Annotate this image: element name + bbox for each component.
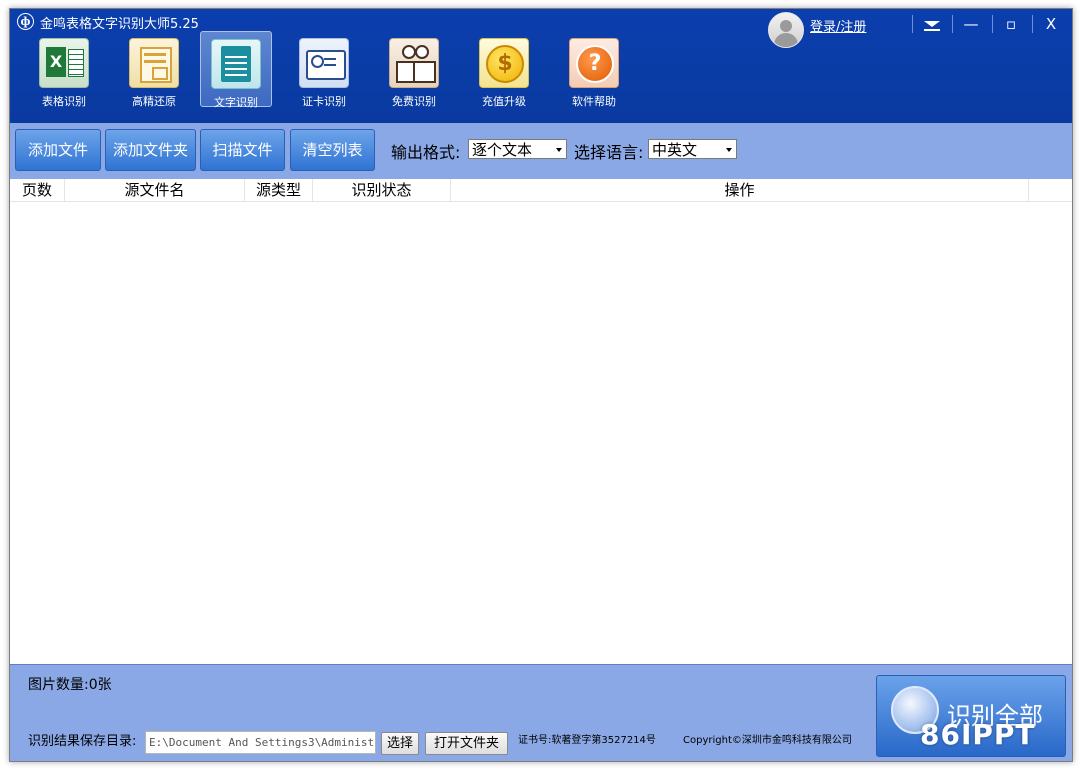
column-header-actions[interactable]: 操作 [451,179,1029,201]
output-format-value: 逐个文本 [472,141,533,159]
copyright-text: Copyright©深圳市金鸣科技有限公司 [683,735,852,746]
tool-label: 文字识别 [214,96,258,109]
choose-dir-button[interactable]: 选择 [381,732,419,755]
clear-list-button[interactable]: 清空列表 [290,129,375,171]
excel-icon: X [39,38,89,88]
tool-label: 证卡识别 [302,95,346,108]
separator [992,15,993,33]
tool-label: 充值升级 [482,95,526,108]
tool-label: 免费识别 [392,95,436,108]
separator [952,15,953,33]
add-folder-button[interactable]: 添加文件夹 [105,129,196,171]
file-table-body[interactable] [10,202,1072,664]
tool-id-card-recognition[interactable]: 证卡识别 [289,31,359,108]
user-avatar-icon[interactable] [768,12,804,48]
tool-label: 表格识别 [42,95,86,108]
separator [912,15,913,33]
owl-book-icon [389,38,439,88]
language-select[interactable]: 中英文 [648,139,737,159]
column-header-status[interactable]: 识别状态 [313,179,451,201]
chevron-down-icon [726,148,732,152]
dropdown-menu-icon[interactable] [914,11,948,37]
watermark-logo: 86IPPT [920,718,1036,751]
scan-file-button[interactable]: 扫描文件 [200,129,285,171]
text-document-icon [211,39,261,89]
close-button[interactable]: X [1034,11,1068,37]
maximize-button[interactable]: ▫ [994,11,1028,37]
tool-text-recognition[interactable]: 文字识别 [200,31,272,109]
tool-recharge-upgrade[interactable]: $ 充值升级 [469,31,539,108]
header-bar: ф 金鸣表格文字识别大师5.25 X 表格识别 高精还原 文字识别 证卡识别 免… [10,9,1072,123]
image-count: 图片数量:0张 [28,677,112,693]
tool-table-recognition[interactable]: X 表格识别 [29,31,99,108]
tool-label: 高精还原 [132,95,176,108]
app-title: 金鸣表格文字识别大师5.25 [40,17,199,32]
minimize-button[interactable]: — [954,11,988,37]
chevron-down-icon [556,148,562,152]
tool-label: 软件帮助 [572,95,616,108]
add-file-button[interactable]: 添加文件 [15,129,101,171]
output-format-select[interactable]: 逐个文本 [468,139,567,159]
separator [1032,15,1033,33]
layout-restore-icon [129,38,179,88]
app-window: ф 金鸣表格文字识别大师5.25 X 表格识别 高精还原 文字识别 证卡识别 免… [9,8,1073,762]
help-icon: ? [569,38,619,88]
id-card-icon [299,38,349,88]
tool-high-precision-restore[interactable]: 高精还原 [119,31,189,108]
tool-software-help[interactable]: ? 软件帮助 [559,31,629,108]
action-toolbar: 添加文件 添加文件夹 扫描文件 清空列表 输出格式: 逐个文本 选择语言: 中英… [10,123,1072,179]
footer-bar: 图片数量:0张 识别结果保存目录: 选择 打开文件夹 证书号:软著登字第3527… [10,664,1072,761]
language-value: 中英文 [652,141,698,159]
column-header-filename[interactable]: 源文件名 [65,179,245,201]
login-register-link[interactable]: 登录/注册 [810,16,866,35]
coin-icon: $ [479,38,529,88]
certificate-text: 证书号:软著登字第3527214号 [518,735,656,746]
save-dir-label: 识别结果保存目录: [28,734,137,749]
column-header-type[interactable]: 源类型 [245,179,313,201]
tool-free-recognition[interactable]: 免费识别 [379,31,449,108]
open-folder-button[interactable]: 打开文件夹 [425,732,508,755]
column-header-pages[interactable]: 页数 [10,179,65,201]
output-format-label: 输出格式: [391,143,461,162]
file-table-header: 页数 源文件名 源类型 识别状态 操作 [10,179,1072,202]
app-logo-icon: ф [17,13,34,30]
save-dir-input[interactable] [145,731,376,754]
language-label: 选择语言: [574,143,644,162]
